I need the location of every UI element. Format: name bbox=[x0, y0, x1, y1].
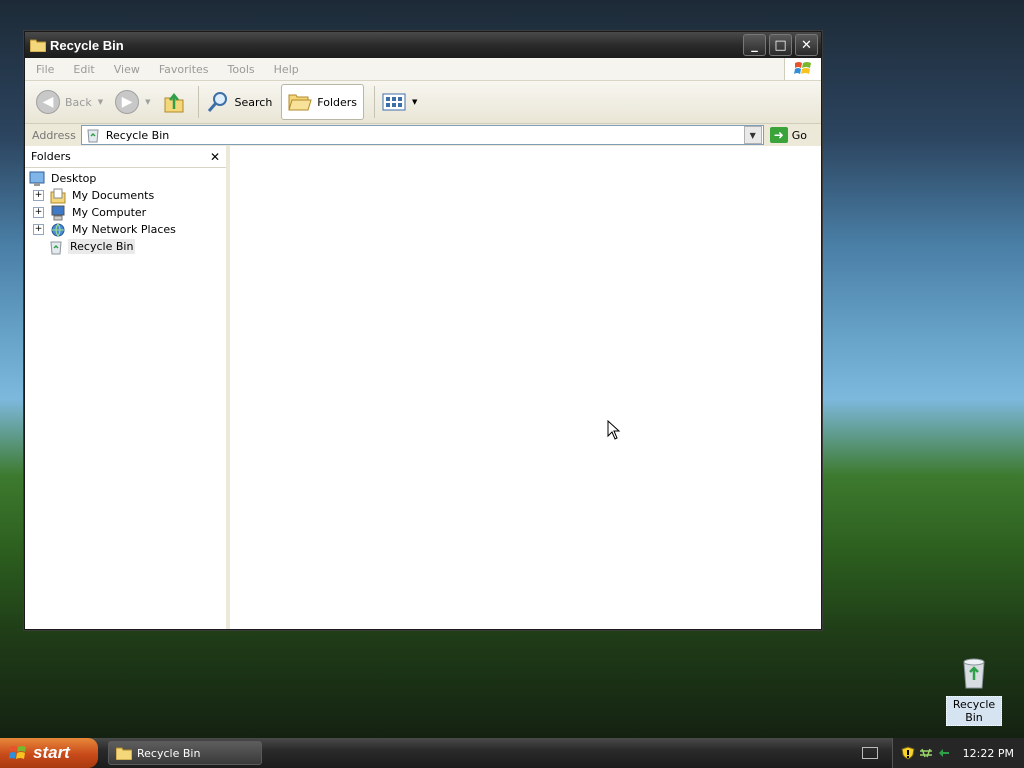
folder-tree: Desktop + My Documents + My Computer + M… bbox=[25, 168, 226, 255]
recycle-bin-icon bbox=[963, 658, 985, 689]
windows-flag-icon bbox=[9, 746, 26, 759]
update-tray-icon[interactable] bbox=[937, 746, 951, 760]
address-dropdown-button[interactable]: ▼ bbox=[743, 126, 762, 144]
security-shield-icon[interactable] bbox=[901, 746, 915, 760]
close-button[interactable]: ✕ bbox=[795, 34, 818, 56]
views-button[interactable]: ▼ bbox=[379, 85, 420, 119]
expand-icon[interactable]: + bbox=[33, 207, 44, 218]
folders-icon bbox=[288, 94, 312, 111]
minimize-button[interactable]: _ bbox=[743, 34, 766, 56]
menu-help[interactable]: Help bbox=[263, 63, 307, 76]
title-bar[interactable]: Recycle Bin _ □ ✕ bbox=[25, 32, 821, 58]
back-button[interactable]: ◀ Back ▼ bbox=[33, 85, 106, 119]
explorer-window: Recycle Bin _ □ ✕ File Edit View Favorit… bbox=[24, 31, 822, 630]
address-bar: Address Recycle Bin ▼ ➜ Go bbox=[25, 124, 821, 147]
folder-icon bbox=[116, 747, 132, 760]
folders-button[interactable]: Folders bbox=[281, 84, 365, 120]
go-button[interactable]: ➜ Go bbox=[769, 127, 807, 143]
desktop-icon bbox=[29, 171, 45, 186]
start-label: start bbox=[33, 743, 70, 762]
expand-icon[interactable]: + bbox=[33, 224, 44, 235]
keyboard-icon[interactable] bbox=[861, 747, 878, 759]
chevron-down-icon: ▼ bbox=[145, 98, 151, 106]
toolbar-separator bbox=[374, 86, 376, 118]
folders-pane-header: Folders ✕ bbox=[25, 146, 226, 168]
forward-button[interactable]: ▶ ▼ bbox=[112, 85, 153, 119]
menu-favorites[interactable]: Favorites bbox=[148, 63, 217, 76]
search-button[interactable]: Search bbox=[203, 85, 276, 119]
address-field[interactable]: Recycle Bin ▼ bbox=[80, 125, 764, 145]
desktop-recycle-bin[interactable]: Recycle Bin bbox=[946, 656, 1002, 726]
window-title: Recycle Bin bbox=[50, 37, 124, 53]
folder-icon bbox=[30, 39, 46, 52]
recycle-bin-icon bbox=[87, 129, 99, 143]
up-folder-icon bbox=[164, 92, 183, 113]
up-folder-button[interactable] bbox=[160, 85, 188, 119]
go-arrow-icon: ➜ bbox=[769, 127, 788, 143]
tree-item-recycle-bin[interactable]: Recycle Bin bbox=[25, 238, 226, 255]
system-tray: 12:22 PM bbox=[891, 738, 1024, 768]
menu-view[interactable]: View bbox=[103, 63, 148, 76]
file-list-area[interactable] bbox=[230, 146, 821, 629]
folders-pane-title: Folders bbox=[31, 150, 71, 163]
taskbar-button-label: Recycle Bin bbox=[137, 746, 201, 760]
folders-pane: Folders ✕ Desktop + My Documents + My Co… bbox=[25, 146, 230, 629]
mouse-cursor-icon bbox=[607, 420, 621, 440]
expand-icon[interactable]: + bbox=[33, 190, 44, 201]
toolbar-separator bbox=[197, 86, 199, 118]
forward-arrow-icon: ▶ bbox=[115, 90, 140, 114]
menu-edit[interactable]: Edit bbox=[62, 63, 102, 76]
documents-icon bbox=[50, 188, 66, 203]
tree-item-desktop[interactable]: Desktop bbox=[25, 170, 226, 187]
start-button[interactable]: start bbox=[0, 738, 98, 768]
recycle-bin-icon bbox=[50, 241, 62, 254]
network-tray-icon[interactable] bbox=[919, 746, 933, 760]
tree-item-my-network-places[interactable]: + My Network Places bbox=[25, 221, 226, 238]
tree-item-my-computer[interactable]: + My Computer bbox=[25, 204, 226, 221]
menu-file[interactable]: File bbox=[25, 63, 62, 76]
menu-tools[interactable]: Tools bbox=[217, 63, 263, 76]
menu-bar: File Edit View Favorites Tools Help bbox=[25, 58, 821, 81]
search-icon bbox=[207, 92, 227, 112]
address-label: Address bbox=[32, 128, 76, 142]
windows-logo-icon bbox=[784, 58, 821, 80]
taskbar: start Recycle Bin 12:22 PM bbox=[0, 738, 1024, 768]
chevron-down-icon: ▼ bbox=[97, 98, 104, 106]
back-arrow-icon: ◀ bbox=[36, 90, 60, 114]
desktop-icon-label: Recycle Bin bbox=[946, 696, 1002, 726]
views-icon bbox=[382, 93, 406, 111]
tree-item-my-documents[interactable]: + My Documents bbox=[25, 187, 226, 204]
clock[interactable]: 12:22 PM bbox=[963, 747, 1014, 760]
folders-pane-close-button[interactable]: ✕ bbox=[210, 150, 220, 164]
toolbar: ◀ Back ▼ ▶ ▼ Search Folders ▼ bbox=[25, 81, 821, 124]
window-body: Folders ✕ Desktop + My Documents + My Co… bbox=[25, 146, 821, 629]
taskbar-button-recycle-bin[interactable]: Recycle Bin bbox=[108, 741, 262, 765]
maximize-button[interactable]: □ bbox=[769, 34, 792, 56]
chevron-down-icon: ▼ bbox=[412, 98, 418, 106]
computer-icon bbox=[51, 205, 65, 220]
address-value: Recycle Bin bbox=[105, 128, 170, 142]
network-icon bbox=[51, 223, 65, 236]
